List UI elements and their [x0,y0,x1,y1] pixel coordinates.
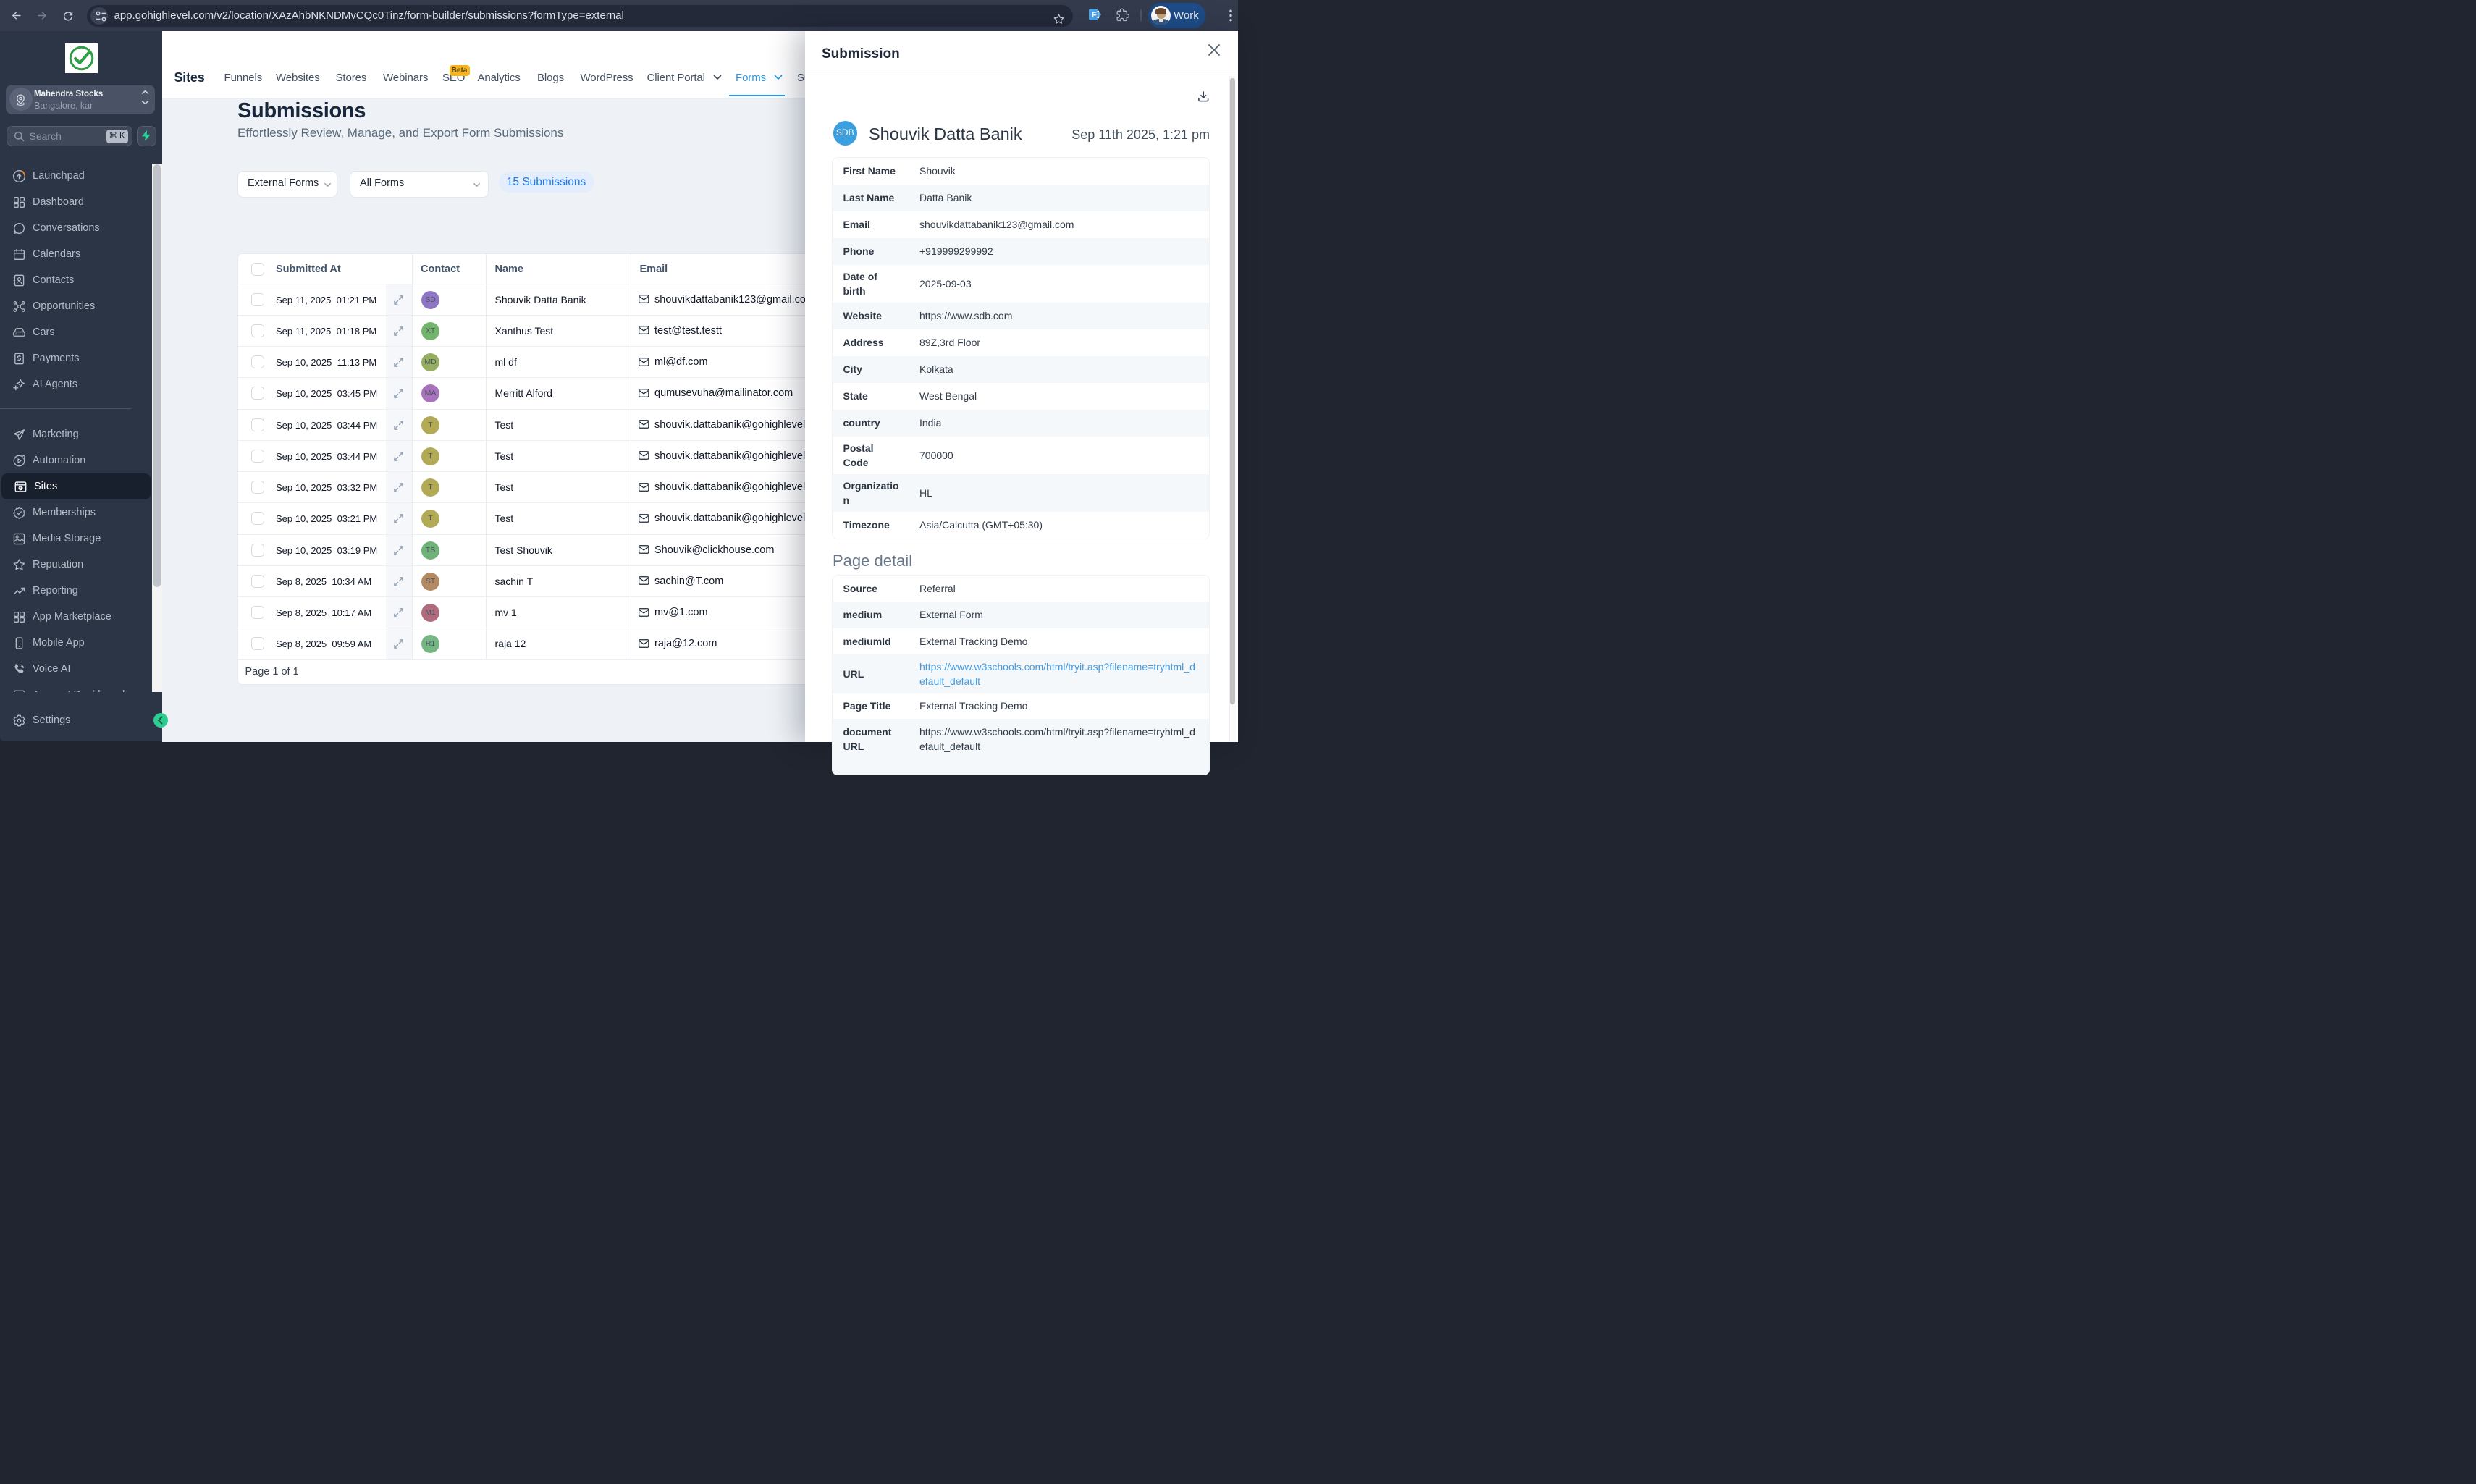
svg-text:F: F [1092,11,1097,20]
